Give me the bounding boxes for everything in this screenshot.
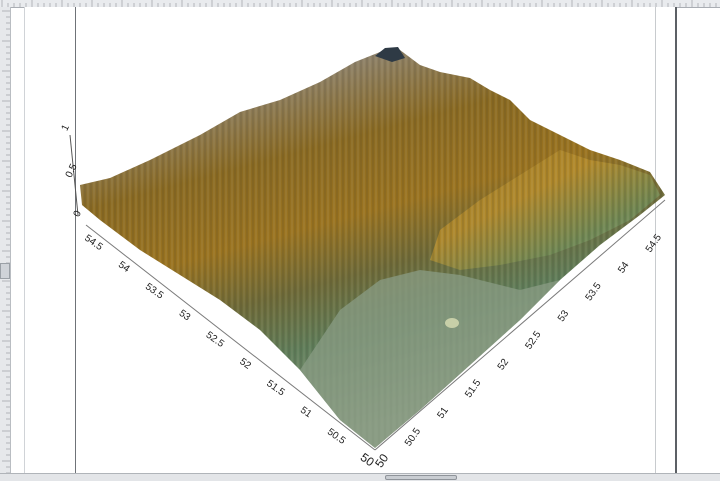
- left-axis-tick-label: 51: [298, 405, 314, 421]
- terrain-surface: [80, 47, 665, 448]
- left-axis-tick-label: 54: [116, 259, 132, 275]
- right-axis-tick-label: 52.5: [523, 329, 543, 352]
- right-axis-tick-label: 53.5: [584, 281, 604, 304]
- right-axis-tick-label: 53: [556, 308, 572, 324]
- left-axis-tick-label: 53: [177, 308, 193, 324]
- left-axis-tick-label: 50.5: [325, 427, 348, 447]
- right-axis-tick-label: 50: [372, 451, 391, 470]
- left-axis-tick-label: 51.5: [264, 378, 287, 398]
- right-axis-tick-label: 54.5: [644, 232, 664, 255]
- left-axis-tick-label: 52: [237, 356, 253, 372]
- z-axis-labels: 00.51: [60, 123, 85, 219]
- right-axis-tick-label: 52: [496, 357, 512, 373]
- horizontal-scroll-thumb[interactable]: [385, 475, 457, 480]
- right-axis-tick-label: 54: [616, 260, 632, 276]
- z-axis-tick-label: 0.5: [64, 162, 80, 180]
- left-axis-tick-label: 52.5: [204, 330, 227, 350]
- terrain-lake: [445, 318, 459, 328]
- z-axis-tick-label: 1: [60, 123, 73, 133]
- right-axis-tick-label: 50.5: [403, 426, 423, 449]
- left-axis-tick-label: 54.5: [82, 233, 105, 253]
- surface-plot-3d[interactable]: 00.51 54.55453.55352.55251.55150.550 505…: [0, 0, 720, 473]
- right-axis-tick-label: 51.5: [463, 377, 483, 400]
- right-axis-tick-label: 51: [435, 405, 451, 421]
